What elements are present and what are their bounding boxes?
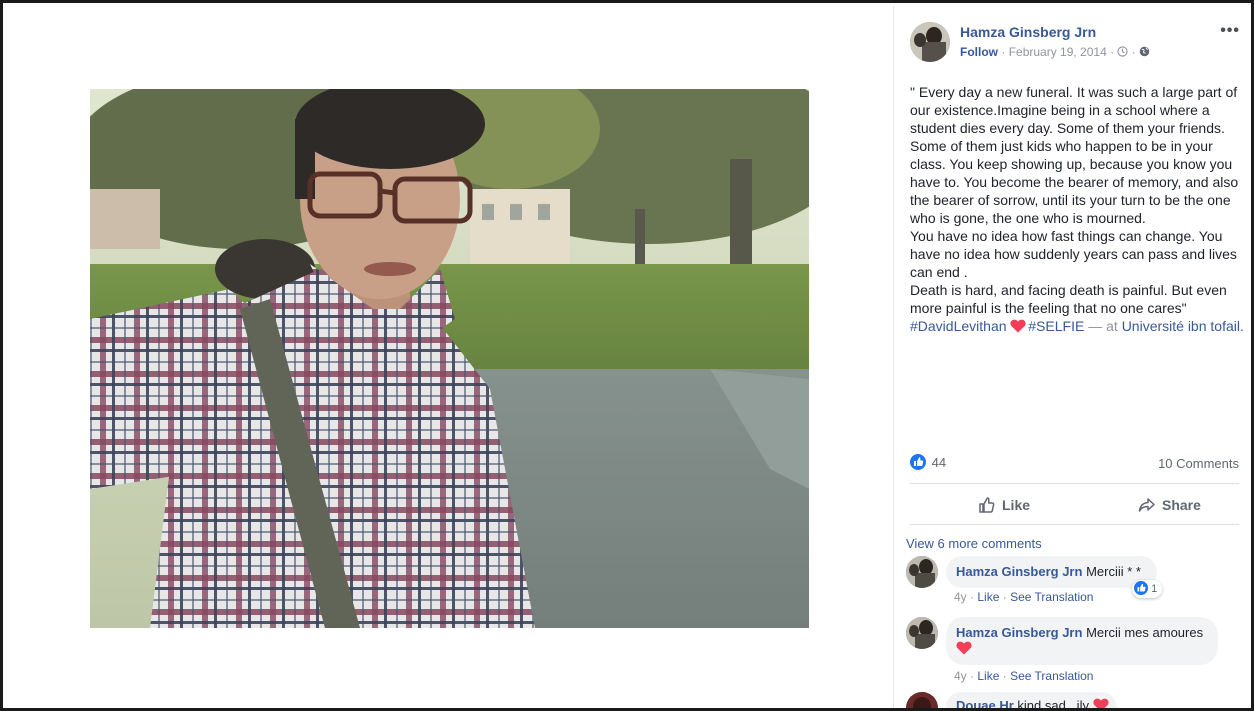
author-avatar[interactable]: [910, 22, 950, 62]
hashtag-selfie[interactable]: #SELFIE: [1028, 318, 1084, 334]
comment-like-link[interactable]: Like: [977, 590, 999, 604]
share-label: Share: [1162, 497, 1201, 513]
author-name[interactable]: Hamza Ginsberg Jrn: [960, 24, 1096, 40]
caption-tags: #DavidLevithan #SELFIE — at Université i…: [910, 317, 1246, 335]
like-button[interactable]: Like: [978, 484, 1030, 526]
post-date[interactable]: February 19, 2014: [1009, 45, 1107, 59]
commenter-avatar[interactable]: [906, 617, 938, 649]
caption-paragraph-2: You have no idea how fast things can cha…: [910, 228, 1241, 280]
share-arrow-icon: [1138, 497, 1162, 513]
commenter-name[interactable]: Douae Hr: [956, 698, 1014, 708]
comment-meta: 4y · Like · See Translation: [954, 669, 1094, 683]
post-actions: Like Share: [910, 483, 1239, 525]
follow-link[interactable]: Follow: [960, 45, 998, 59]
share-button[interactable]: Share: [1138, 484, 1201, 526]
post-caption: " Every day a new funeral. It was such a…: [910, 83, 1246, 335]
post-header: Hamza Ginsberg Jrn Follow · February 19,…: [910, 22, 1240, 66]
comment-item: Hamza Ginsberg Jrn Merciii * * 1 4y · Li…: [906, 556, 1246, 606]
meta-separator: ·: [1001, 45, 1009, 59]
see-translation-link[interactable]: See Translation: [1010, 590, 1093, 604]
caption-paragraph-1: " Every day a new funeral. It was such a…: [910, 84, 1243, 226]
comment-like-link[interactable]: Like: [977, 669, 999, 683]
comments-count[interactable]: 10 Comments: [1158, 456, 1239, 471]
comment-reaction-count: 1: [1151, 583, 1158, 595]
comment-bubble: Hamza Ginsberg Jrn Mercii mes amoures: [946, 617, 1218, 665]
heart-icon: [1093, 698, 1109, 708]
selfie-image: [90, 89, 809, 628]
comment-reaction-pill[interactable]: 1: [1132, 580, 1163, 598]
see-translation-link[interactable]: See Translation: [1010, 669, 1093, 683]
hashtag-davidlevithan[interactable]: #DavidLevithan: [910, 318, 1007, 334]
commenter-avatar[interactable]: [906, 692, 938, 708]
comment-text: Mercii mes amoures: [1086, 625, 1204, 640]
comment-item: Douae Hr kind sad...ily: [906, 692, 1246, 711]
clock-icon: [1117, 45, 1131, 59]
comment-age[interactable]: 4y: [954, 669, 967, 683]
commenter-name[interactable]: Hamza Ginsberg Jrn: [956, 625, 1082, 640]
heart-icon: [1010, 319, 1026, 333]
reaction-count[interactable]: 44: [932, 455, 946, 470]
comment-meta: 4y · Like · See Translation: [954, 590, 1094, 604]
post-sidebar: Hamza Ginsberg Jrn Follow · February 19,…: [893, 6, 1251, 711]
location-link[interactable]: Université ibn tofail.: [1122, 318, 1244, 334]
comment-item: Hamza Ginsberg Jrn Mercii mes amoures 4y…: [906, 617, 1246, 687]
comment-age[interactable]: 4y: [954, 590, 967, 604]
reaction-summary[interactable]: 44 10 Comments: [910, 454, 1239, 474]
location-prefix: — at: [1084, 318, 1122, 334]
more-options-icon[interactable]: •••: [1220, 22, 1240, 40]
caption-paragraph-3: Death is hard, and facing death is painf…: [910, 282, 1231, 316]
comment-bubble: Hamza Ginsberg Jrn Merciii * *: [946, 556, 1157, 588]
like-label: Like: [1002, 497, 1031, 513]
comment-text: kind sad...ily: [1017, 698, 1089, 711]
commenter-name[interactable]: Hamza Ginsberg Jrn: [956, 564, 1082, 579]
comment-text: Merciii * *: [1086, 564, 1141, 579]
heart-icon: [956, 641, 972, 655]
post-photo[interactable]: [90, 89, 809, 628]
like-reaction-icon: [910, 454, 926, 470]
globe-icon[interactable]: [1139, 45, 1150, 59]
commenter-avatar[interactable]: [906, 556, 938, 588]
post-meta: Follow · February 19, 2014 · ·: [960, 45, 1150, 59]
view-more-comments-link[interactable]: View 6 more comments: [906, 536, 1042, 551]
comment-bubble: Douae Hr kind sad...ily: [946, 692, 1117, 711]
thumbs-up-icon: [978, 497, 1002, 513]
like-reaction-icon: [1134, 581, 1148, 595]
avatar-image: [910, 22, 950, 62]
app-frame: Hamza Ginsberg Jrn Follow · February 19,…: [0, 0, 1254, 711]
